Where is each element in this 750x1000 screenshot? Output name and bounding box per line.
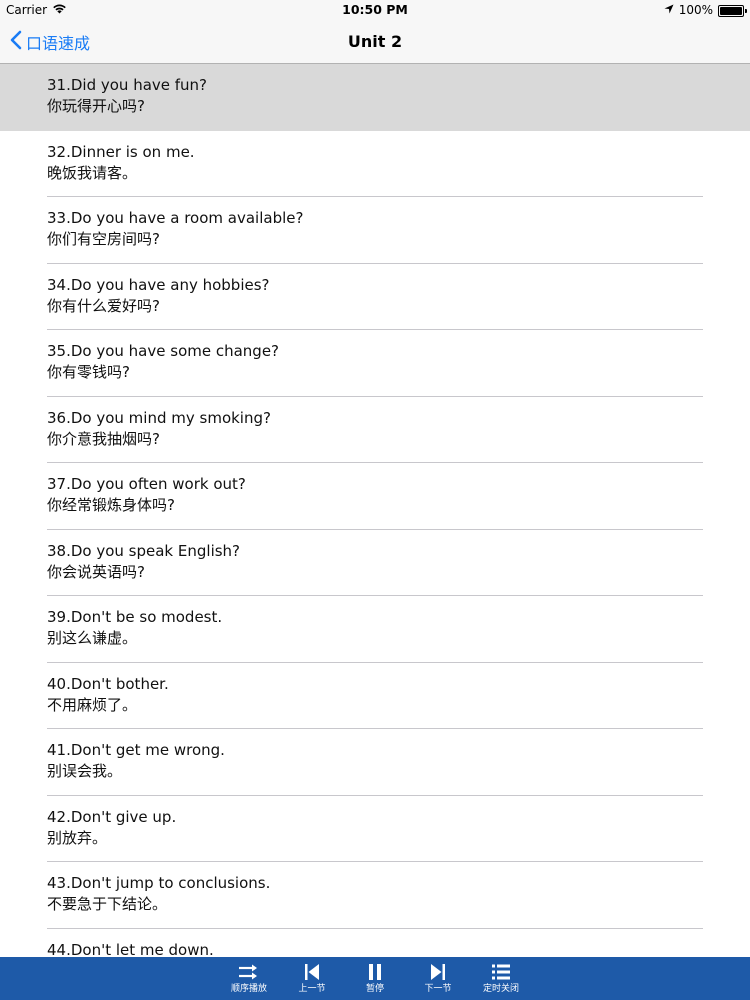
battery-percent: 100% [678,3,713,17]
english-phrase: 44.Don't let me down. [47,940,214,958]
list-item[interactable]: 41.Don't get me wrong. 别误会我。 [0,729,750,796]
navigation-bar: 口语速成 Unit 2 [0,20,750,64]
previous-section-label: 上一节 [298,984,326,994]
chinese-translation: 你有什么爱好吗? [47,296,160,315]
english-phrase: 34.Do you have any hobbies? [47,275,270,294]
battery-icon [718,4,747,17]
timer-off-label: 定时关闭 [482,984,519,994]
chinese-translation: 你有零钱吗? [47,363,130,381]
chinese-translation: 你玩得开心吗? [47,97,145,115]
previous-section-button[interactable]: 上一节 [281,957,344,1000]
english-phrase: 33.Do you have a room available? [47,209,304,227]
sequential-play-label: 顺序播放 [230,984,267,994]
status-bar: Carrier 10:50 PM 100% [0,0,750,20]
list-item[interactable]: 43.Don't jump to conclusions. 不要急于下结论。 [0,862,750,929]
list-item[interactable]: 32.Dinner is on me. 晚饭我请客。 [0,131,750,197]
english-phrase: 32.Dinner is on me. [47,142,195,161]
next-section-label: 下一节 [424,984,452,994]
list-item[interactable]: 40.Don't bother. 不用麻烦了。 [0,663,750,729]
list-item[interactable]: 38.Do you speak English? 你会说英语吗? [0,530,750,596]
chinese-translation: 别放弃。 [47,828,108,847]
list-icon [489,962,513,982]
english-phrase: 38.Do you speak English? [47,541,241,560]
chinese-translation: 不用麻烦了。 [47,695,138,714]
list-item[interactable]: 35.Do you have some change? 你有零钱吗? [0,330,750,397]
list-item[interactable]: 31.Did you have fun? 你玩得开心吗? [0,64,750,131]
english-phrase: 39.Don't be so modest. [47,608,223,626]
list-item[interactable]: 36.Do you mind my smoking? 你介意我抽烟吗? [0,397,750,463]
list-item[interactable]: 39.Don't be so modest. 别这么谦虚。 [0,596,750,663]
playback-toolbar: 顺序播放 上一节 暂停 下一节 定时关闭 [0,957,750,1000]
chinese-translation: 别误会我。 [47,762,123,780]
list-item[interactable]: 34.Do you have any hobbies? 你有什么爱好吗? [0,264,750,330]
chinese-translation: 你会说英语吗? [47,562,145,581]
list-item[interactable]: 44.Don't let me down. [0,929,750,958]
chinese-translation: 晚饭我请客。 [47,163,138,182]
english-phrase: 35.Do you have some change? [47,342,280,360]
status-time: 10:50 PM [342,2,408,17]
english-phrase: 41.Don't get me wrong. [47,741,225,759]
list-item[interactable]: 37.Do you often work out? 你经常锻炼身体吗? [0,463,750,530]
page-title: Unit 2 [347,32,403,51]
chinese-translation: 别这么谦虚。 [47,629,138,647]
chinese-translation: 不要急于下结论。 [47,895,168,913]
skip-forward-icon [426,962,450,982]
english-phrase: 43.Don't jump to conclusions. [47,874,271,892]
english-phrase: 42.Don't give up. [47,807,177,826]
pause-button[interactable]: 暂停 [344,957,407,1000]
english-phrase: 36.Do you mind my smoking? [47,408,271,427]
english-phrase: 37.Do you often work out? [47,475,246,493]
sequential-play-button[interactable]: 顺序播放 [218,957,281,1000]
location-arrow-icon [664,0,674,20]
english-phrase: 40.Don't bother. [47,674,169,693]
skip-back-icon [300,962,324,982]
list-item[interactable]: 33.Do you have a room available? 你们有空房间吗… [0,197,750,264]
timer-off-button[interactable]: 定时关闭 [470,957,533,1000]
phrase-list[interactable]: 31.Did you have fun? 你玩得开心吗? 32.Dinner i… [0,64,750,957]
chinese-translation: 你经常锻炼身体吗? [47,496,175,514]
english-phrase: 31.Did you have fun? [47,76,208,94]
chinese-translation: 你介意我抽烟吗? [47,429,160,448]
pause-icon [363,962,387,982]
next-section-button[interactable]: 下一节 [407,957,470,1000]
pause-label: 暂停 [365,984,384,994]
chinese-translation: 你们有空房间吗? [47,230,160,248]
sequential-play-icon [237,962,261,982]
status-right: 100% [664,0,747,20]
list-item[interactable]: 42.Don't give up. 别放弃。 [0,796,750,862]
